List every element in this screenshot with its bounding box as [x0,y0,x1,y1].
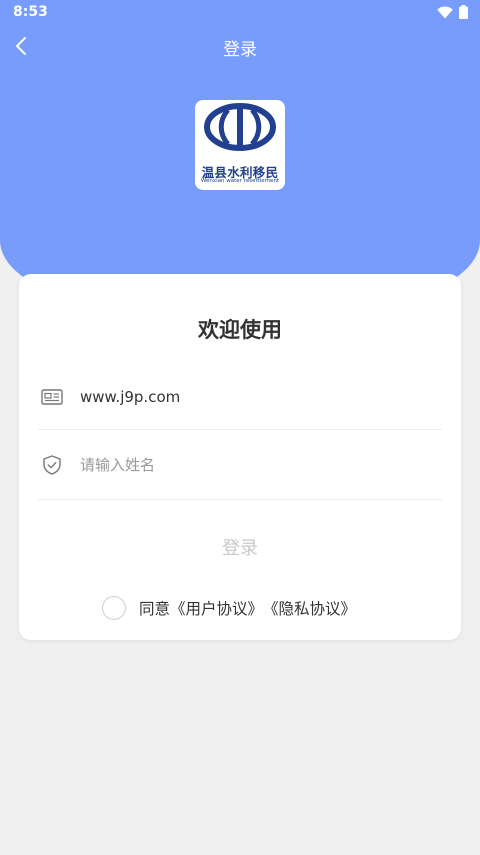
logo-subtext: Wenxian water resettlement [200,178,280,184]
name-field-row [38,431,442,500]
card-title: 欢迎使用 [198,318,282,342]
agree-prefix: 同意 [139,600,171,618]
nav-bar: 登录 [0,26,480,66]
page-title: 登录 [223,40,257,60]
shield-check-icon [43,455,61,475]
account-input[interactable] [80,381,430,413]
login-card: 欢迎使用 登录 同意 《用户协议》 《隐私协议》 [19,274,461,640]
id-card-icon [41,389,63,405]
status-icons [437,5,468,19]
agree-radio[interactable] [102,596,126,620]
status-time: 8:53 [13,4,48,20]
battery-icon [459,5,468,19]
app-logo: 温县水利移民 Wenxian water resettlement [195,100,285,190]
logo-emblem-icon [204,103,276,151]
login-button[interactable]: 登录 [38,529,442,569]
privacy-policy-link[interactable]: 《隐私协议》 [263,597,356,619]
status-bar: 8:53 [0,0,480,26]
wifi-icon [437,5,453,18]
user-agreement-link[interactable]: 《用户协议》 [170,597,263,619]
agreement-row: 同意 《用户协议》 《隐私协议》 [102,595,356,621]
account-field-row [38,365,442,430]
name-input[interactable] [80,449,430,481]
